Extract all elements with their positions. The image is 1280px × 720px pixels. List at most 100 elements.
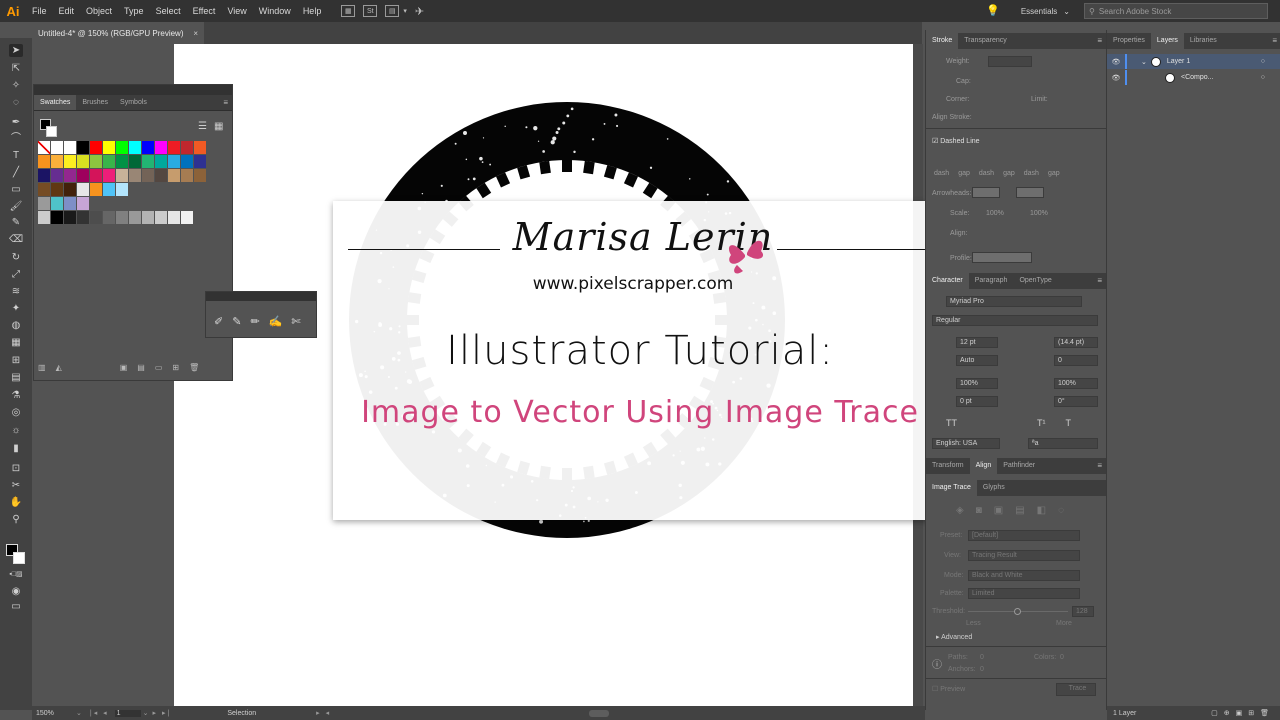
eyedropper-icon[interactable]: ⚗ <box>9 389 23 402</box>
layer-row[interactable]: 👁 ⌄ Layer 1 ○ <box>1107 54 1280 69</box>
artboard-number[interactable]: 1 <box>114 709 141 717</box>
color-swatch[interactable] <box>77 211 90 224</box>
low-color-icon[interactable]: ▣ <box>994 505 1003 516</box>
tab-pathfinder[interactable]: Pathfinder <box>997 458 1041 474</box>
trace-button[interactable]: Trace <box>1056 683 1096 696</box>
bridge-icon[interactable]: ▦ <box>341 5 356 17</box>
tab-stroke[interactable]: Stroke <box>926 33 959 49</box>
grayscale-icon[interactable]: ▤ <box>1015 505 1024 516</box>
tab-align[interactable]: Align <box>969 458 998 474</box>
color-swatch[interactable] <box>181 183 194 196</box>
color-swatch[interactable] <box>155 183 168 196</box>
expand-chevron-icon[interactable]: ⌄ <box>1141 58 1147 66</box>
color-swatch[interactable] <box>168 183 181 196</box>
swatch-none[interactable] <box>38 141 51 154</box>
gpu-rocket-icon[interactable]: ✈ <box>415 5 424 18</box>
menu-select[interactable]: Select <box>150 0 187 22</box>
color-swatch[interactable] <box>116 169 129 182</box>
shaper-tool-icon[interactable]: ✎ <box>9 216 23 229</box>
color-swatch[interactable] <box>103 183 116 196</box>
layer-action-icons[interactable]: ▢⊕▣⊞🗑 <box>1211 709 1275 717</box>
pencil-icon[interactable]: ✎ <box>232 315 241 328</box>
underline-button[interactable]: T <box>1066 418 1072 428</box>
color-swatch[interactable] <box>142 211 155 224</box>
sublayer-row[interactable]: 👁 <Compo... ○ <box>1107 70 1280 85</box>
slice-tool-icon[interactable]: ✂ <box>9 479 23 492</box>
color-swatch[interactable] <box>168 211 181 224</box>
character-rotation-field[interactable]: 0° <box>1054 396 1098 407</box>
search-input[interactable]: ⚲ Search Adobe Stock <box>1084 3 1268 19</box>
rectangle-tool-icon[interactable]: ▭ <box>9 183 23 196</box>
new-swatch-icon[interactable]: ⊞ <box>172 363 179 372</box>
next-last-artboard-icons[interactable]: ▸ ▸| <box>153 709 172 717</box>
color-swatch[interactable] <box>64 211 77 224</box>
menu-help[interactable]: Help <box>297 0 328 22</box>
color-swatch[interactable] <box>90 211 103 224</box>
color-swatch[interactable] <box>155 155 168 168</box>
color-swatch[interactable] <box>103 141 116 154</box>
library-menu-icon[interactable]: ▥ <box>38 363 46 372</box>
trash-icon[interactable]: 🗑 <box>189 363 199 372</box>
menu-window[interactable]: Window <box>253 0 297 22</box>
layer-name[interactable]: Layer 1 <box>1167 58 1190 65</box>
drawing-mode-icon[interactable]: ◉ <box>9 585 23 598</box>
first-prev-artboard-icons[interactable]: |◂ ◂ <box>90 709 109 717</box>
color-swatch[interactable] <box>64 169 77 182</box>
color-swatch[interactable] <box>116 183 129 196</box>
outline-icon[interactable]: ◌ <box>1058 505 1064 516</box>
color-swatch[interactable] <box>64 197 77 210</box>
color-swatch[interactable] <box>77 169 90 182</box>
chevron-down-icon[interactable]: ⌄ <box>143 709 149 717</box>
color-swatch[interactable] <box>155 197 168 210</box>
blob-brush-icon[interactable]: ✐ <box>214 315 223 328</box>
status-menu-arrow[interactable]: ▸ <box>316 709 320 717</box>
color-swatch[interactable] <box>155 169 168 182</box>
zoom-level[interactable]: 150% <box>36 710 76 717</box>
color-swatch[interactable] <box>90 169 103 182</box>
sublayer-name[interactable]: <Compo... <box>1181 74 1214 81</box>
font-family-select[interactable]: Myriad Pro <box>946 296 1082 307</box>
color-swatch[interactable] <box>142 197 155 210</box>
color-swatch[interactable] <box>129 155 142 168</box>
magic-wand-icon[interactable]: ✧ <box>9 79 23 92</box>
lasso-icon[interactable]: ◌ <box>9 96 23 109</box>
width-tool-icon[interactable]: ≋ <box>9 285 23 298</box>
target-circle-icon[interactable]: ○ <box>1261 74 1265 81</box>
color-swatch[interactable] <box>181 141 194 154</box>
color-swatch[interactable] <box>129 141 142 154</box>
color-swatch[interactable] <box>51 211 64 224</box>
app-logo[interactable]: Ai <box>0 0 26 22</box>
high-color-icon[interactable]: ◙ <box>976 505 982 516</box>
color-swatch[interactable] <box>142 155 155 168</box>
eraser-icon[interactable]: ⌫ <box>9 233 23 246</box>
panel-menu-icon[interactable]: ≡ <box>1097 273 1106 289</box>
color-swatch[interactable] <box>90 183 103 196</box>
color-swatch[interactable] <box>116 155 129 168</box>
mode-select[interactable]: Black and White <box>968 570 1080 581</box>
color-swatch[interactable] <box>116 197 129 210</box>
tab-glyphs[interactable]: Glyphs <box>977 480 1011 496</box>
screen-mode-icon[interactable]: ▭ <box>9 600 23 613</box>
brush-icon[interactable]: ✏ <box>250 315 259 328</box>
color-swatch[interactable] <box>155 141 168 154</box>
tab-image-trace[interactable]: Image Trace <box>926 480 977 496</box>
color-swatch[interactable] <box>77 183 90 196</box>
anti-alias-select[interactable]: ªa <box>1028 438 1098 449</box>
rotate-tool-icon[interactable]: ↻ <box>9 251 23 264</box>
direct-selection-tool-icon[interactable]: ⇱ <box>9 62 23 75</box>
color-swatch[interactable] <box>181 169 194 182</box>
kerning-field[interactable]: Auto <box>956 355 998 366</box>
tab-symbols[interactable]: Symbols <box>114 95 153 110</box>
color-swatch[interactable] <box>103 211 116 224</box>
pen-tool-icon[interactable]: ✒ <box>9 116 23 129</box>
zoom-tool-icon[interactable]: ⚲ <box>9 513 23 526</box>
profile-select[interactable] <box>972 252 1032 263</box>
color-swatch[interactable] <box>51 197 64 210</box>
tab-transform[interactable]: Transform <box>926 458 970 474</box>
color-swatch[interactable] <box>168 169 181 182</box>
tab-opentype[interactable]: OpenType <box>1013 273 1057 289</box>
curvature-tool-icon[interactable]: ⌒ <box>9 132 23 145</box>
panel-menu-icon[interactable]: ≡ <box>223 95 232 110</box>
color-swatch[interactable] <box>194 183 207 196</box>
color-swatch[interactable] <box>129 211 142 224</box>
